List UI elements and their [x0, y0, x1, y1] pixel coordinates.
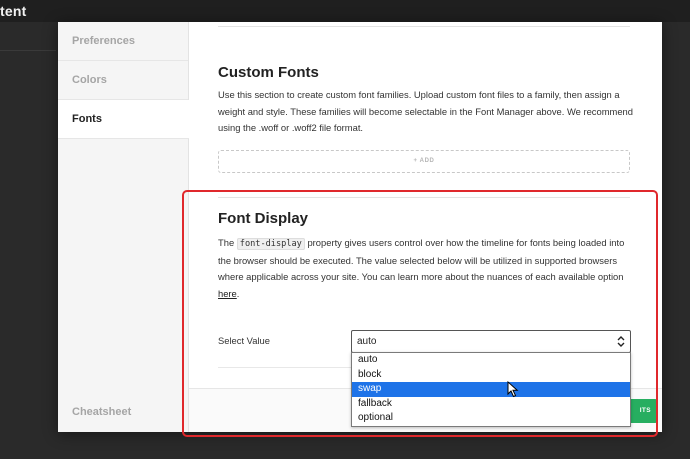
section-divider — [218, 197, 630, 198]
option-block[interactable]: block — [352, 368, 630, 383]
background-divider — [0, 50, 56, 51]
learn-more-link[interactable]: here — [218, 288, 237, 299]
background-page-title: tent — [0, 3, 27, 19]
background-topbar — [0, 0, 690, 22]
description-text: The — [218, 237, 237, 248]
sidebar-item-preferences[interactable]: Preferences — [58, 22, 188, 61]
option-optional[interactable]: optional — [352, 411, 630, 426]
option-swap[interactable]: swap — [352, 382, 630, 397]
font-display-code: font-display — [236, 238, 305, 250]
sidebar-item-fonts[interactable]: Fonts — [58, 100, 189, 139]
settings-sidebar: Preferences Colors Fonts Cheatsheet — [58, 22, 189, 432]
font-display-options-list: auto block swap fallback optional — [351, 352, 631, 427]
add-font-family-button[interactable]: + ADD — [218, 150, 630, 173]
select-value-label: Select Value — [218, 335, 270, 346]
description-text: . — [236, 287, 240, 299]
section-divider — [218, 26, 630, 27]
selected-value: auto — [357, 336, 377, 347]
chevron-up-down-icon — [617, 336, 625, 347]
sidebar-item-cheatsheet[interactable]: Cheatsheet — [72, 406, 131, 418]
font-display-heading: Font Display — [218, 210, 309, 227]
font-display-description: The font-display property gives users co… — [218, 235, 638, 302]
custom-fonts-heading: Custom Fonts — [218, 64, 319, 81]
font-display-select[interactable]: auto — [351, 330, 631, 353]
custom-fonts-description: Use this section to create custom font f… — [218, 89, 633, 133]
sidebar-item-colors[interactable]: Colors — [58, 61, 188, 100]
option-auto[interactable]: auto — [352, 353, 630, 368]
option-fallback[interactable]: fallback — [352, 397, 630, 412]
